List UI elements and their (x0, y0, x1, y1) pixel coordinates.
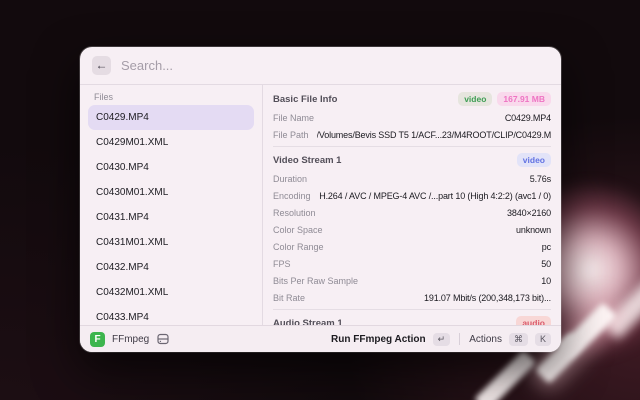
section-audio-stream-1: Audio Stream 1 audio (273, 313, 551, 325)
action-bar: F FFmpeg Run FFmpeg Action ↵ Actions ⌘ K (80, 325, 561, 352)
detail-value: 191.07 Mbit/s (200,348,173 bit)... (424, 293, 551, 303)
detail-row: Color Range pc (273, 238, 551, 255)
footer-divider (459, 333, 460, 345)
raycast-window: ← Files C0429.MP4 C0429M01.XML C0430.MP4… (80, 47, 561, 352)
detail-label: Bits Per Raw Sample (273, 276, 358, 286)
search-input[interactable] (121, 58, 549, 73)
detail-row: Bits Per Raw Sample 10 (273, 272, 551, 289)
detail-label: FPS (273, 259, 291, 269)
detail-label: Resolution (273, 208, 316, 218)
file-list-item[interactable]: C0431.MP4 (88, 205, 254, 230)
file-list-item[interactable]: C0430.MP4 (88, 155, 254, 180)
detail-value: pc (542, 242, 551, 252)
detail-row: Encoding H.264 / AVC / MPEG-4 AVC /...pa… (273, 187, 551, 204)
video-type-badge: video (458, 92, 492, 106)
detail-label: File Name (273, 113, 314, 123)
detail-row: File Name C0429.MP4 (273, 109, 551, 126)
detail-value: /Volumes/Bevis SSD T5 1/ACF...23/M4ROOT/… (317, 130, 551, 140)
details-panel: Basic File Info video 167.91 MB File Nam… (263, 85, 561, 325)
detail-value: H.264 / AVC / MPEG-4 AVC /...part 10 (Hi… (319, 191, 551, 201)
detail-value: 50 (541, 259, 551, 269)
app-name: FFmpeg (112, 334, 149, 345)
content-area: Files C0429.MP4 C0429M01.XML C0430.MP4 C… (80, 85, 561, 325)
file-list-item[interactable]: C0432.MP4 (88, 255, 254, 280)
detail-value: 5.76s (530, 174, 551, 184)
section-title: Video Stream 1 (273, 155, 341, 166)
badge-group: audio (516, 316, 551, 325)
badge-group: video (517, 153, 551, 167)
file-list-item[interactable]: C0429M01.XML (88, 130, 254, 155)
detail-label: Bit Rate (273, 293, 305, 303)
files-panel: Files C0429.MP4 C0429M01.XML C0430.MP4 C… (80, 85, 263, 325)
section-title: Basic File Info (273, 94, 337, 105)
detail-label: Color Range (273, 242, 324, 252)
ffmpeg-app-icon: F (90, 332, 105, 347)
file-list-item[interactable]: C0433.MP4 (88, 305, 254, 325)
detail-label: Color Space (273, 225, 323, 235)
detail-row: Color Space unknown (273, 221, 551, 238)
video-stream-badge: video (517, 153, 551, 167)
detail-row: Resolution 3840×2160 (273, 204, 551, 221)
file-list-item[interactable]: C0431M01.XML (88, 230, 254, 255)
back-button[interactable]: ← (92, 56, 111, 75)
section-title: Audio Stream 1 (273, 318, 343, 326)
section-divider (273, 309, 551, 310)
file-list-item[interactable]: C0429.MP4 (88, 105, 254, 130)
detail-row: FPS 50 (273, 255, 551, 272)
detail-label: Encoding (273, 191, 311, 201)
hard-drive-icon[interactable] (156, 332, 170, 346)
file-size-badge: 167.91 MB (497, 92, 551, 106)
section-divider (273, 146, 551, 147)
search-bar: ← (80, 47, 561, 85)
actions-button[interactable]: Actions (469, 334, 502, 345)
section-video-stream-1: Video Stream 1 video (273, 150, 551, 170)
detail-row: File Path /Volumes/Bevis SSD T5 1/ACF...… (273, 126, 551, 143)
return-key-badge[interactable]: ↵ (433, 333, 451, 346)
file-list-item[interactable]: C0432M01.XML (88, 280, 254, 305)
detail-label: Duration (273, 174, 307, 184)
detail-label: File Path (273, 130, 309, 140)
cmd-key-badge[interactable]: ⌘ (509, 333, 528, 346)
detail-value: 3840×2160 (507, 208, 551, 218)
detail-row: Duration 5.76s (273, 170, 551, 187)
section-basic-file-info: Basic File Info video 167.91 MB (273, 89, 551, 109)
detail-value: C0429.MP4 (505, 113, 551, 123)
detail-value: 10 (541, 276, 551, 286)
files-header: Files (88, 89, 254, 105)
audio-stream-badge: audio (516, 316, 551, 325)
badge-group: video 167.91 MB (458, 92, 551, 106)
run-ffmpeg-action-button[interactable]: Run FFmpeg Action (331, 334, 426, 345)
detail-value: unknown (516, 225, 551, 235)
detail-row: Bit Rate 191.07 Mbit/s (200,348,173 bit)… (273, 289, 551, 306)
k-key-badge[interactable]: K (535, 333, 551, 346)
file-list-item[interactable]: C0430M01.XML (88, 180, 254, 205)
